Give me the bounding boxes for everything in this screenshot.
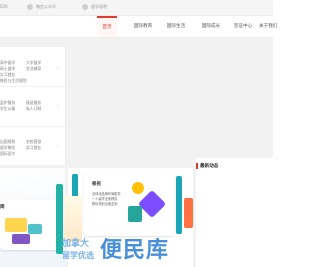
sidebar-item[interactable]: 留学移民 [0,145,15,150]
watermark-brand: 便民库 [100,238,170,263]
sidebar-group-study[interactable]: 高中留学 大学留学 硕士留学 学业辅导 实习就业 移民与生活规划 › [0,47,65,87]
promo-card-left[interactable]: 简 [0,200,60,250]
book-illustration [28,224,42,234]
sidebar-item[interactable]: 高中留学 [0,60,15,65]
immigration-card-line: 移民规划全面定制 [92,202,118,206]
wechat-icon [27,4,33,10]
coin-illustration [132,182,144,194]
immigration-card-line: 全球化品牌布局服务 [92,192,121,196]
sidebar-item[interactable]: 接送服务 [26,100,41,105]
watermark-school: 加拿大 [62,239,90,249]
sidebar-item[interactable]: 硕士留学 [0,66,15,71]
miniapp-icon [82,4,88,10]
promo-banner-left[interactable]: 简 [0,168,65,267]
nav-intl-life[interactable]: 国际生活 [162,16,190,37]
immigration-card[interactable]: 移民 全球化品牌布局服务 一人留学全家移民 移民规划全面定制 [84,172,174,236]
news-title-marker [196,163,198,169]
sidebar-group-planning[interactable]: 出国规划 名校营游 留学移民 实习就业 国际夏令 › [0,127,65,166]
miniapp-link[interactable]: 留学说吧 [82,3,107,10]
chevron-right-icon: › [57,65,59,71]
card-edge-decoration [176,176,182,234]
service-sidebar: 高中留学 大学留学 硕士留学 学业辅导 实习就业 移民与生活规划 › 监护服务 … [0,47,66,165]
figure-illustration [128,206,142,222]
sidebar-item[interactable]: 私人订制 [26,106,41,111]
sidebar-item[interactable]: 学业辅导 [26,66,41,71]
chevron-right-icon: › [57,103,59,109]
sidebar-item[interactable]: 移民与生活规划 [0,78,27,83]
sidebar-item[interactable]: 学生公寓 [0,106,15,111]
phone-number: 029 [0,4,8,9]
news-title: 最新动态 [200,164,219,169]
nav-about-us[interactable]: 关于我们 [259,16,285,37]
nav-visa-center[interactable]: 签证中心 [230,16,256,37]
chevron-right-icon: › [57,144,59,150]
news-panel: 最新动态 [196,158,273,267]
immigration-card-line: 一人留学全家移民 [92,197,118,201]
sidebar-item[interactable]: 实习就业 [26,145,41,150]
sidebar-item[interactable]: 名校营游 [26,139,41,144]
wechat-link[interactable]: 微信公众号 [27,3,56,10]
nav-intl-growth[interactable]: 国际成长 [197,16,225,37]
immigration-card-title: 移民 [92,182,102,187]
nav-intl-education[interactable]: 国际教育 [130,16,156,37]
cube-illustration [137,189,167,219]
promo-card-title: 简 [0,205,5,210]
sidebar-item[interactable]: 实习就业 [0,72,15,77]
miniapp-label: 留学说吧 [91,4,107,9]
sidebar-item[interactable]: 国际夏令 [0,151,15,156]
next-card-peek [184,198,193,228]
nav-home[interactable]: 首页 [97,16,117,37]
sidebar-group-services[interactable]: 监护服务 接送服务 学生公寓 私人订制 › [0,87,65,127]
top-utility-bar: 029 微信公众号 留学说吧 [0,0,273,16]
sidebar-item[interactable]: 出国规划 [0,139,15,144]
watermark-school-sub: 留学优选 [62,251,94,260]
sidebar-item[interactable]: 大学留学 [26,60,41,65]
wechat-label: 微信公众号 [36,4,56,9]
book-illustration [12,234,30,244]
main-nav: 首页 国际教育 国际生活 国际成长 签证中心 关于我们 [0,16,277,38]
book-illustration [5,218,27,232]
sidebar-item[interactable]: 监护服务 [0,100,15,105]
